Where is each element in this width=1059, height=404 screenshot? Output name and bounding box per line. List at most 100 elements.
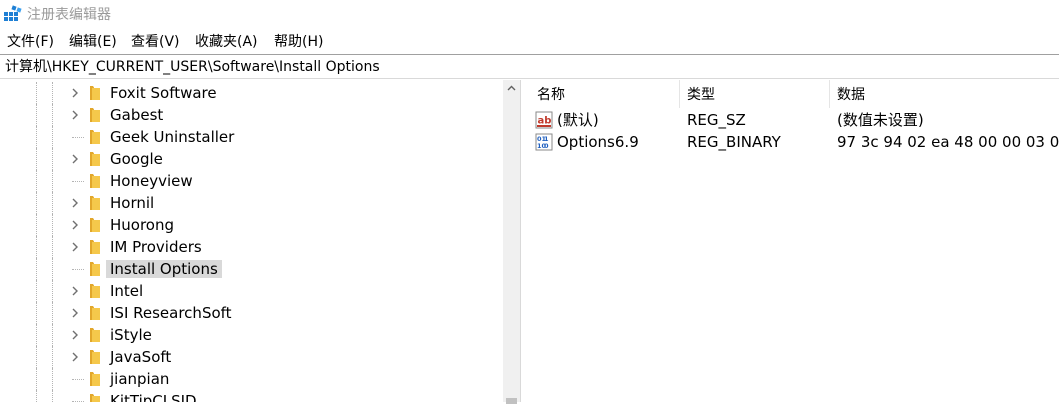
tree-item-label: iStyle [110, 326, 152, 344]
value-name: (默认) [557, 111, 599, 129]
tree-guide-line [52, 192, 53, 214]
value-name: Options6.9 [557, 133, 639, 151]
folder-icon [90, 372, 100, 386]
tree-item-label: Honeyview [110, 172, 193, 190]
tree-item-label: Gabest [110, 106, 164, 124]
string-value-icon: ab [535, 111, 553, 129]
expand-chevron-icon[interactable] [68, 196, 82, 210]
svg-text:ab: ab [538, 116, 552, 127]
tree-connector-line [72, 137, 84, 138]
tree-item[interactable]: Hornil [0, 192, 510, 214]
tree-connector-line [72, 379, 84, 380]
folder-icon [90, 240, 100, 254]
expand-chevron-icon[interactable] [68, 218, 82, 232]
tree-item[interactable]: Intel [0, 280, 510, 302]
tree-guide-line [36, 324, 37, 346]
scroll-up-icon[interactable] [506, 83, 517, 94]
tree-item-label: KitTipCLSID [110, 392, 197, 402]
tree-guide-line [36, 302, 37, 324]
folder-icon [90, 262, 100, 276]
tree-item[interactable]: Install Options [0, 258, 510, 280]
expand-chevron-icon[interactable] [68, 306, 82, 320]
folder-icon [90, 284, 100, 298]
folder-icon [90, 306, 100, 320]
folder-icon [90, 86, 100, 100]
value-type: REG_BINARY [687, 133, 781, 151]
tree-item[interactable]: IM Providers [0, 236, 510, 258]
expand-chevron-icon[interactable] [68, 328, 82, 342]
tree-item[interactable]: Gabest [0, 104, 510, 126]
value-data: 97 3c 94 02 ea 48 00 00 03 00 [837, 133, 1059, 151]
registry-key-tree[interactable]: Foxit Software Gabest Geek Uninstaller Goog… [0, 80, 521, 402]
tree-guide-line [52, 368, 53, 390]
address-bar[interactable]: 计算机\HKEY_CURRENT_USER\Software\Install O… [0, 54, 1059, 79]
registry-editor-app-icon [4, 5, 22, 21]
tree-item-label: JavaSoft [110, 348, 172, 366]
tree-guide-line [36, 104, 37, 126]
menu-help[interactable]: 帮助(H) [274, 33, 323, 51]
list-row[interactable]: 01 1 10 0 Options6.9 REG_BINARY 97 3c 94… [530, 131, 1059, 153]
menu-edit[interactable]: 编辑(E) [69, 33, 117, 51]
tree-scrollbar[interactable] [503, 80, 520, 404]
window-title: 注册表编辑器 [27, 7, 111, 23]
tree-item-label: Intel [110, 282, 144, 300]
tree-item-label: Geek Uninstaller [110, 128, 235, 146]
tree-guide-line [36, 258, 37, 280]
folder-icon [90, 218, 100, 232]
tree-item[interactable]: Foxit Software [0, 82, 510, 104]
tree-item[interactable]: Google [0, 148, 510, 170]
tree-guide-line [36, 148, 37, 170]
tree-item[interactable]: Huorong [0, 214, 510, 236]
binary-value-icon: 01 1 10 0 [535, 133, 553, 151]
expand-chevron-icon[interactable] [68, 86, 82, 100]
folder-icon [90, 196, 100, 210]
tree-guide-line [36, 368, 37, 390]
tree-item[interactable]: Geek Uninstaller [0, 126, 510, 148]
tree-item-label: Foxit Software [110, 84, 217, 102]
tree-guide-line [52, 280, 53, 302]
menu-view[interactable]: 查看(V) [131, 33, 180, 51]
tree-item[interactable]: Honeyview [0, 170, 510, 192]
tree-guide-line [36, 280, 37, 302]
expand-chevron-icon[interactable] [68, 108, 82, 122]
expand-chevron-icon[interactable] [68, 350, 82, 364]
folder-icon [90, 130, 100, 144]
registry-value-list[interactable]: 名称 类型 数据 ab (默认) REG_SZ (数值未设置) 01 1 10 … [530, 80, 1059, 402]
tree-guide-line [52, 302, 53, 324]
tree-guide-line [52, 236, 53, 258]
column-header-name[interactable]: 名称 [530, 80, 680, 108]
tree-item[interactable]: iStyle [0, 324, 510, 346]
column-header-type[interactable]: 类型 [680, 80, 830, 108]
tree-item-label: Huorong [110, 216, 175, 234]
address-path[interactable]: 计算机\HKEY_CURRENT_USER\Software\Install O… [5, 58, 380, 76]
folder-icon [90, 350, 100, 364]
menu-favorites[interactable]: 收藏夹(A) [195, 33, 258, 51]
folder-icon [90, 174, 100, 188]
menu-file[interactable]: 文件(F) [7, 33, 54, 51]
expand-chevron-icon[interactable] [68, 240, 82, 254]
tree-item-label: IM Providers [110, 238, 202, 256]
tree-item[interactable]: JavaSoft [0, 346, 510, 368]
expand-chevron-icon[interactable] [68, 284, 82, 298]
column-header-data[interactable]: 数据 [830, 80, 1059, 108]
tree-guide-line [36, 390, 37, 402]
tree-item-label: Google [110, 150, 163, 168]
tree-guide-line [36, 82, 37, 104]
tree-item-label: jianpian [110, 370, 170, 388]
tree-item[interactable]: ISI ResearchSoft [0, 302, 510, 324]
list-row[interactable]: ab (默认) REG_SZ (数值未设置) [530, 109, 1059, 131]
scrollbar-thumb[interactable] [506, 398, 517, 404]
tree-item[interactable]: jianpian [0, 368, 510, 390]
menu-bar: 文件(F) 编辑(E) 查看(V) 收藏夹(A) 帮助(H) [0, 30, 1059, 54]
tree-item[interactable]: KitTipCLSID [0, 390, 510, 402]
tree-guide-line [36, 236, 37, 258]
tree-guide-line [36, 126, 37, 148]
tree-guide-line [52, 170, 53, 192]
tree-item-label: Install Options [106, 260, 222, 278]
expand-chevron-icon[interactable] [68, 152, 82, 166]
title-bar: 注册表编辑器 [0, 0, 1059, 30]
svg-text:0: 0 [544, 142, 549, 150]
tree-guide-line [52, 148, 53, 170]
tree-connector-line [72, 269, 84, 270]
tree-guide-line [52, 214, 53, 236]
